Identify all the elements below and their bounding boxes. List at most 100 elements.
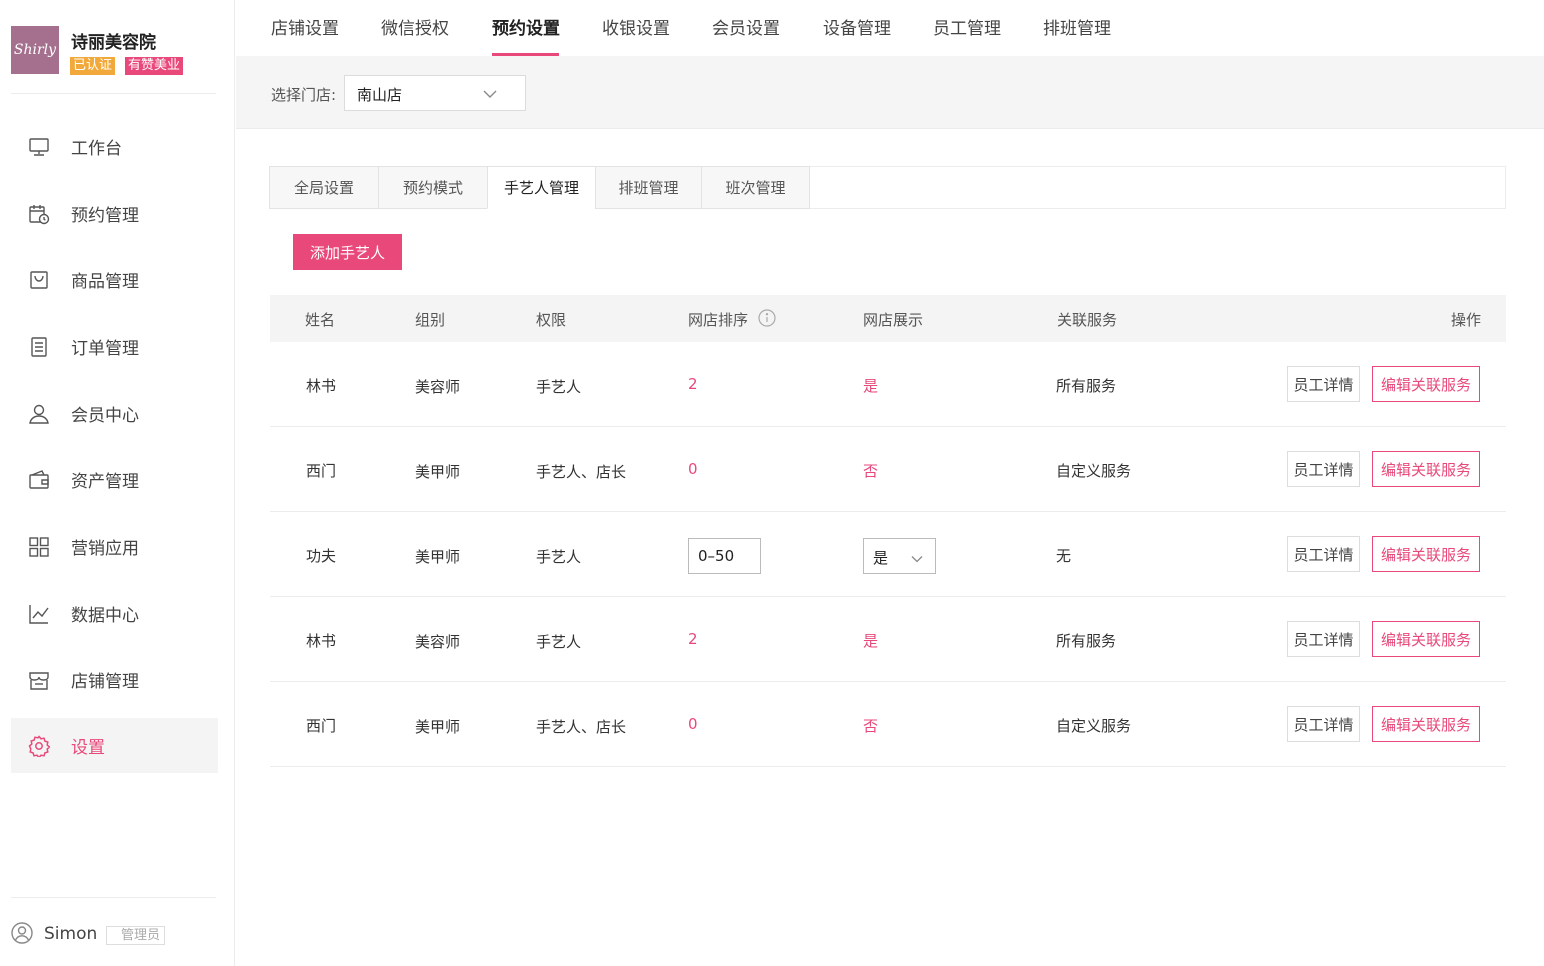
cell-group: 美甲师 bbox=[415, 463, 461, 481]
tab-member-settings[interactable]: 会员设置 bbox=[712, 14, 780, 39]
chevron-down-icon bbox=[483, 86, 497, 100]
subtab-global-settings[interactable]: 全局设置 bbox=[269, 166, 378, 209]
column-header-service: 关联服务 bbox=[1057, 311, 1118, 329]
sidebar-item-members[interactable]: 会员中心 bbox=[11, 386, 218, 441]
cell-name: 林书 bbox=[306, 632, 337, 650]
sidebar: Shirly 诗丽美容院 已认证 有赞美业 工作台 预约管理 商品管理 订单管理… bbox=[0, 0, 235, 966]
sidebar-item-label: 数据中心 bbox=[71, 606, 139, 626]
cell-rank: 0 bbox=[688, 460, 698, 478]
calendar-clock-icon bbox=[28, 203, 50, 225]
add-artisan-button[interactable]: 添加手艺人 bbox=[293, 234, 402, 270]
cell-show: 是 bbox=[863, 632, 879, 650]
tab-store-settings[interactable]: 店铺设置 bbox=[271, 14, 339, 39]
cell-group: 美甲师 bbox=[415, 548, 461, 566]
staff-detail-button[interactable]: 员工详情 bbox=[1287, 536, 1360, 572]
cell-service: 所有服务 bbox=[1056, 377, 1117, 395]
cell-group: 美容师 bbox=[415, 378, 461, 396]
subtab-schedule-management[interactable]: 排班管理 bbox=[595, 166, 701, 209]
sidebar-item-label: 设置 bbox=[71, 738, 105, 758]
column-header-show: 网店展示 bbox=[863, 311, 924, 329]
edit-services-button[interactable]: 编辑关联服务 bbox=[1372, 706, 1480, 742]
column-header-name: 姓名 bbox=[305, 311, 336, 329]
cell-rank: 2 bbox=[688, 375, 698, 393]
user-name: Simon bbox=[44, 924, 98, 944]
sidebar-item-label: 预约管理 bbox=[71, 206, 139, 226]
cell-group: 美甲师 bbox=[415, 718, 461, 736]
verified-badge: 已认证 bbox=[70, 57, 116, 75]
edit-services-button[interactable]: 编辑关联服务 bbox=[1372, 366, 1480, 402]
sidebar-item-settings[interactable]: 设置 bbox=[11, 718, 218, 773]
cell-rank: 2 bbox=[688, 630, 698, 648]
user-area[interactable]: Simon 管理员 bbox=[11, 897, 216, 966]
cell-name: 功夫 bbox=[306, 547, 337, 565]
column-header-actions: 操作 bbox=[1451, 311, 1482, 329]
table-row: 西门 美甲师 手艺人、店长 0 否 自定义服务 员工详情 编辑关联服务 bbox=[270, 682, 1506, 767]
sidebar-item-appointments[interactable]: 预约管理 bbox=[11, 186, 218, 241]
monitor-icon bbox=[28, 136, 50, 158]
sidebar-item-products[interactable]: 商品管理 bbox=[11, 252, 218, 307]
edit-services-button[interactable]: 编辑关联服务 bbox=[1372, 621, 1480, 657]
tab-appointment-settings[interactable]: 预约设置 bbox=[492, 14, 560, 39]
column-header-group: 组别 bbox=[415, 311, 446, 329]
cell-show: 否 bbox=[863, 717, 879, 735]
brand-logo: Shirly bbox=[11, 26, 59, 74]
staff-detail-button[interactable]: 员工详情 bbox=[1287, 621, 1360, 657]
tab-device-management[interactable]: 设备管理 bbox=[823, 14, 891, 39]
show-select-value: 是 bbox=[873, 549, 889, 567]
sidebar-item-assets[interactable]: 资产管理 bbox=[11, 452, 218, 507]
youzan-badge: 有赞美业 bbox=[125, 57, 184, 75]
cell-name: 西门 bbox=[306, 462, 337, 480]
cell-show: 否 bbox=[863, 462, 879, 480]
staff-detail-button[interactable]: 员工详情 bbox=[1287, 366, 1360, 402]
sub-tabs: 全局设置 预约模式 手艺人管理 排班管理 班次管理 bbox=[269, 166, 1506, 209]
table-header: 姓名 组别 权限 网店排序 网店展示 关联服务 操作 bbox=[270, 295, 1506, 342]
sidebar-item-data[interactable]: 数据中心 bbox=[11, 586, 218, 641]
chevron-down-icon bbox=[911, 550, 923, 563]
sidebar-item-workbench[interactable]: 工作台 bbox=[11, 119, 218, 174]
table-row: 西门 美甲师 手艺人、店长 0 否 自定义服务 员工详情 编辑关联服务 bbox=[270, 427, 1506, 512]
cell-permission: 手艺人 bbox=[536, 378, 582, 396]
cell-service: 自定义服务 bbox=[1056, 462, 1132, 480]
sidebar-item-label: 店铺管理 bbox=[71, 672, 139, 692]
store-select[interactable]: 南山店 bbox=[344, 75, 526, 111]
wallet-icon bbox=[28, 469, 50, 491]
subtab-shift-management[interactable]: 班次管理 bbox=[701, 166, 810, 209]
store-select-value: 南山店 bbox=[357, 86, 403, 104]
sidebar-item-store[interactable]: 店铺管理 bbox=[11, 652, 218, 707]
subtab-artisan-management[interactable]: 手艺人管理 bbox=[487, 166, 595, 209]
tab-wechat-auth[interactable]: 微信授权 bbox=[381, 14, 449, 39]
staff-detail-button[interactable]: 员工详情 bbox=[1287, 451, 1360, 487]
tab-cashier-settings[interactable]: 收银设置 bbox=[602, 14, 670, 39]
cell-service: 所有服务 bbox=[1056, 632, 1117, 650]
table-row: 林书 美容师 手艺人 2 是 所有服务 员工详情 编辑关联服务 bbox=[270, 597, 1506, 682]
subtab-appointment-mode[interactable]: 预约模式 bbox=[378, 166, 487, 209]
table-row: 林书 美容师 手艺人 2 是 所有服务 员工详情 编辑关联服务 bbox=[270, 342, 1506, 427]
rank-input[interactable]: 0–50 bbox=[688, 538, 761, 574]
staff-detail-button[interactable]: 员工详情 bbox=[1287, 706, 1360, 742]
cell-name: 西门 bbox=[306, 717, 337, 735]
edit-services-button[interactable]: 编辑关联服务 bbox=[1372, 451, 1480, 487]
show-select[interactable]: 是 bbox=[863, 538, 936, 574]
cell-name: 林书 bbox=[306, 377, 337, 395]
cell-permission: 手艺人、店长 bbox=[536, 463, 627, 481]
column-header-rank: 网店排序 bbox=[688, 311, 749, 329]
sidebar-item-label: 工作台 bbox=[71, 139, 122, 159]
sidebar-item-label: 订单管理 bbox=[71, 339, 139, 359]
cell-permission: 手艺人 bbox=[536, 548, 582, 566]
tab-staff-management[interactable]: 员工管理 bbox=[933, 14, 1001, 39]
brand-header: Shirly 诗丽美容院 已认证 有赞美业 bbox=[11, 26, 216, 94]
person-icon bbox=[28, 403, 50, 425]
tab-schedule-management[interactable]: 排班管理 bbox=[1043, 14, 1111, 39]
brand-name: 诗丽美容院 bbox=[71, 33, 156, 53]
user-role-badge: 管理员 bbox=[106, 926, 166, 945]
store-icon bbox=[28, 669, 50, 691]
cell-permission: 手艺人 bbox=[536, 633, 582, 651]
edit-services-button[interactable]: 编辑关联服务 bbox=[1372, 536, 1480, 572]
sidebar-item-label: 商品管理 bbox=[71, 272, 139, 292]
sidebar-item-marketing[interactable]: 营销应用 bbox=[11, 519, 218, 574]
sidebar-item-label: 会员中心 bbox=[71, 406, 139, 426]
top-tabs: 店铺设置 微信授权 预约设置 收银设置 会员设置 设备管理 员工管理 排班管理 bbox=[236, 0, 1544, 56]
grid-icon bbox=[28, 536, 50, 558]
sidebar-item-orders[interactable]: 订单管理 bbox=[11, 319, 218, 374]
info-icon[interactable] bbox=[758, 309, 776, 327]
